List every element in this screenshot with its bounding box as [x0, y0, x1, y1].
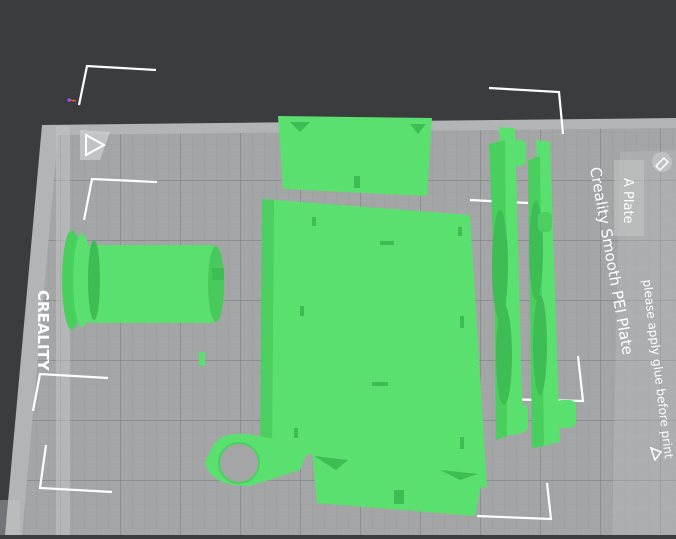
- plate-brand-label: CREALITY: [34, 290, 52, 372]
- edit-plate-button[interactable]: [652, 152, 672, 172]
- axis-indicator: [67, 98, 77, 102]
- panel-top[interactable]: [278, 116, 432, 196]
- corner-label: [0, 500, 20, 535]
- plate-name-label: A Plate: [620, 178, 635, 224]
- plate-name-tab[interactable]: A Plate: [614, 160, 644, 236]
- 3d-viewport[interactable]: CREALITY A Plate Creality Smooth PEI Pla…: [0, 0, 676, 535]
